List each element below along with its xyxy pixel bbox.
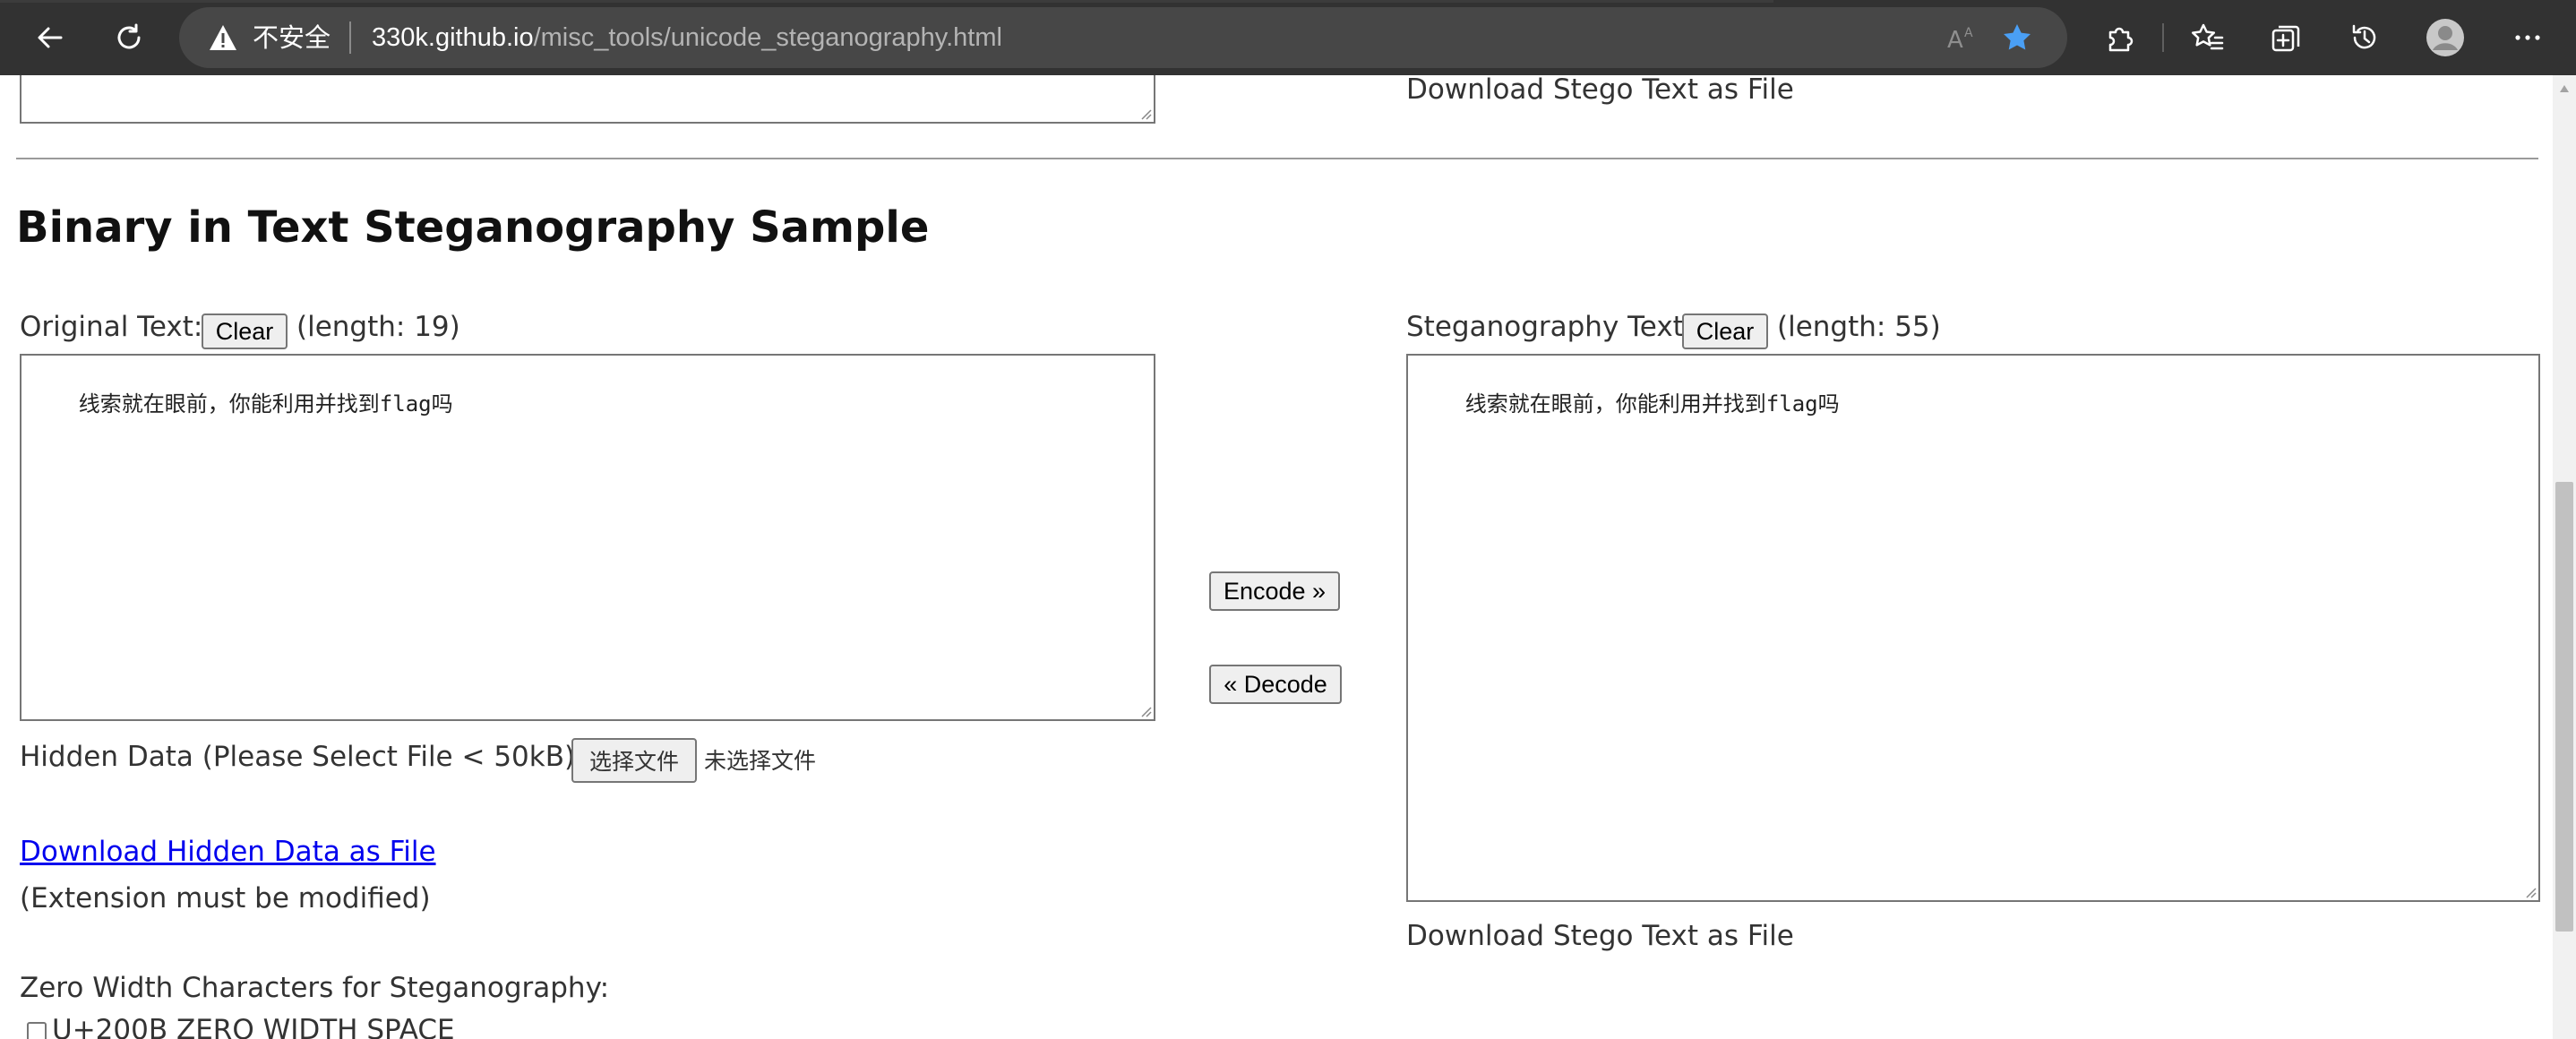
svg-text:A: A bbox=[1947, 27, 1963, 51]
scroll-up-icon[interactable] bbox=[2559, 84, 2570, 93]
original-text-input[interactable]: 线索就在眼前，你能利用并找到flag吗 bbox=[20, 354, 1155, 721]
original-clear-button[interactable]: Clear bbox=[202, 313, 288, 349]
original-length: (length: 19) bbox=[296, 311, 460, 343]
encode-button[interactable]: Encode » bbox=[1209, 571, 1340, 611]
security-label[interactable]: 不安全 bbox=[253, 20, 331, 56]
read-aloud-icon[interactable]: AA bbox=[1944, 20, 1979, 56]
resize-grip-icon[interactable] bbox=[2522, 884, 2537, 898]
address-bar[interactable]: 不安全 330k.github.io/misc_tools/unicode_st… bbox=[179, 7, 2067, 68]
hidden-data-label: Hidden Data (Please Select File < 50kB): bbox=[20, 741, 585, 773]
browser-toolbar: 不安全 330k.github.io/misc_tools/unicode_st… bbox=[0, 0, 2576, 75]
download-hidden-data-link[interactable]: Download Hidden Data as File bbox=[20, 834, 436, 870]
address-separator bbox=[349, 21, 351, 54]
refresh-icon[interactable] bbox=[104, 13, 154, 63]
decode-button[interactable]: « Decode bbox=[1209, 665, 1342, 704]
collections-icon[interactable] bbox=[2261, 13, 2311, 63]
page-scrollbar[interactable] bbox=[2553, 75, 2576, 1039]
url-host: 330k.github.io bbox=[372, 23, 534, 52]
download-stego-label: Download Stego Text as File bbox=[1406, 920, 1794, 952]
resize-grip-icon[interactable] bbox=[1138, 703, 1152, 717]
stego-text-label: Steganography Text: bbox=[1406, 311, 1694, 343]
zero-width-option-label: U+200B ZERO WIDTH SPACE bbox=[52, 1014, 455, 1039]
previous-stego-textarea[interactable] bbox=[20, 75, 1155, 124]
url-path: /misc_tools/unicode_steganography.html bbox=[533, 23, 1002, 52]
toolbar-separator bbox=[2162, 23, 2164, 52]
page-content: Download Stego Text as File Binary in Te… bbox=[0, 75, 2553, 1039]
original-text-value: 线索就在眼前，你能利用并找到flag吗 bbox=[78, 391, 453, 416]
extensions-icon[interactable] bbox=[2094, 13, 2144, 63]
stego-text-input[interactable]: 线索就在眼前，你能利用并找到flag吗 bbox=[1406, 354, 2540, 902]
favorite-star-icon[interactable] bbox=[1999, 20, 2035, 56]
zero-width-checkbox[interactable] bbox=[27, 1021, 47, 1039]
previous-download-stego-label: Download Stego Text as File bbox=[1406, 75, 1794, 106]
scrollbar-thumb[interactable] bbox=[2555, 482, 2573, 932]
zero-width-option[interactable]: U+200B ZERO WIDTH SPACE bbox=[27, 1012, 455, 1039]
profile-icon[interactable] bbox=[2420, 13, 2470, 63]
zero-width-label: Zero Width Characters for Steganography: bbox=[20, 972, 610, 1004]
resize-grip-icon[interactable] bbox=[1138, 106, 1152, 120]
stego-text-value: 线索就在眼前，你能利用并找到flag吗 bbox=[1464, 391, 1840, 416]
original-text-label: Original Text: bbox=[20, 311, 203, 343]
url-text[interactable]: 330k.github.io/misc_tools/unicode_stegan… bbox=[372, 20, 1002, 56]
section-title: Binary in Text Steganography Sample bbox=[16, 202, 930, 253]
history-icon[interactable] bbox=[2340, 13, 2390, 63]
section-divider bbox=[16, 158, 2538, 159]
no-file-chosen-text: 未选择文件 bbox=[704, 748, 817, 774]
choose-file-button[interactable]: 选择文件 bbox=[571, 738, 697, 783]
tab-strip-edge bbox=[0, 0, 1773, 3]
stego-length: (length: 55) bbox=[1777, 311, 1941, 343]
extension-note: (Extension must be modified) bbox=[20, 882, 431, 914]
back-icon[interactable] bbox=[25, 13, 75, 63]
svg-text:A: A bbox=[1964, 26, 1973, 40]
warning-icon[interactable] bbox=[208, 23, 238, 52]
more-icon[interactable] bbox=[2503, 13, 2553, 63]
favorites-icon[interactable] bbox=[2182, 13, 2232, 63]
stego-clear-button[interactable]: Clear bbox=[1682, 313, 1768, 349]
